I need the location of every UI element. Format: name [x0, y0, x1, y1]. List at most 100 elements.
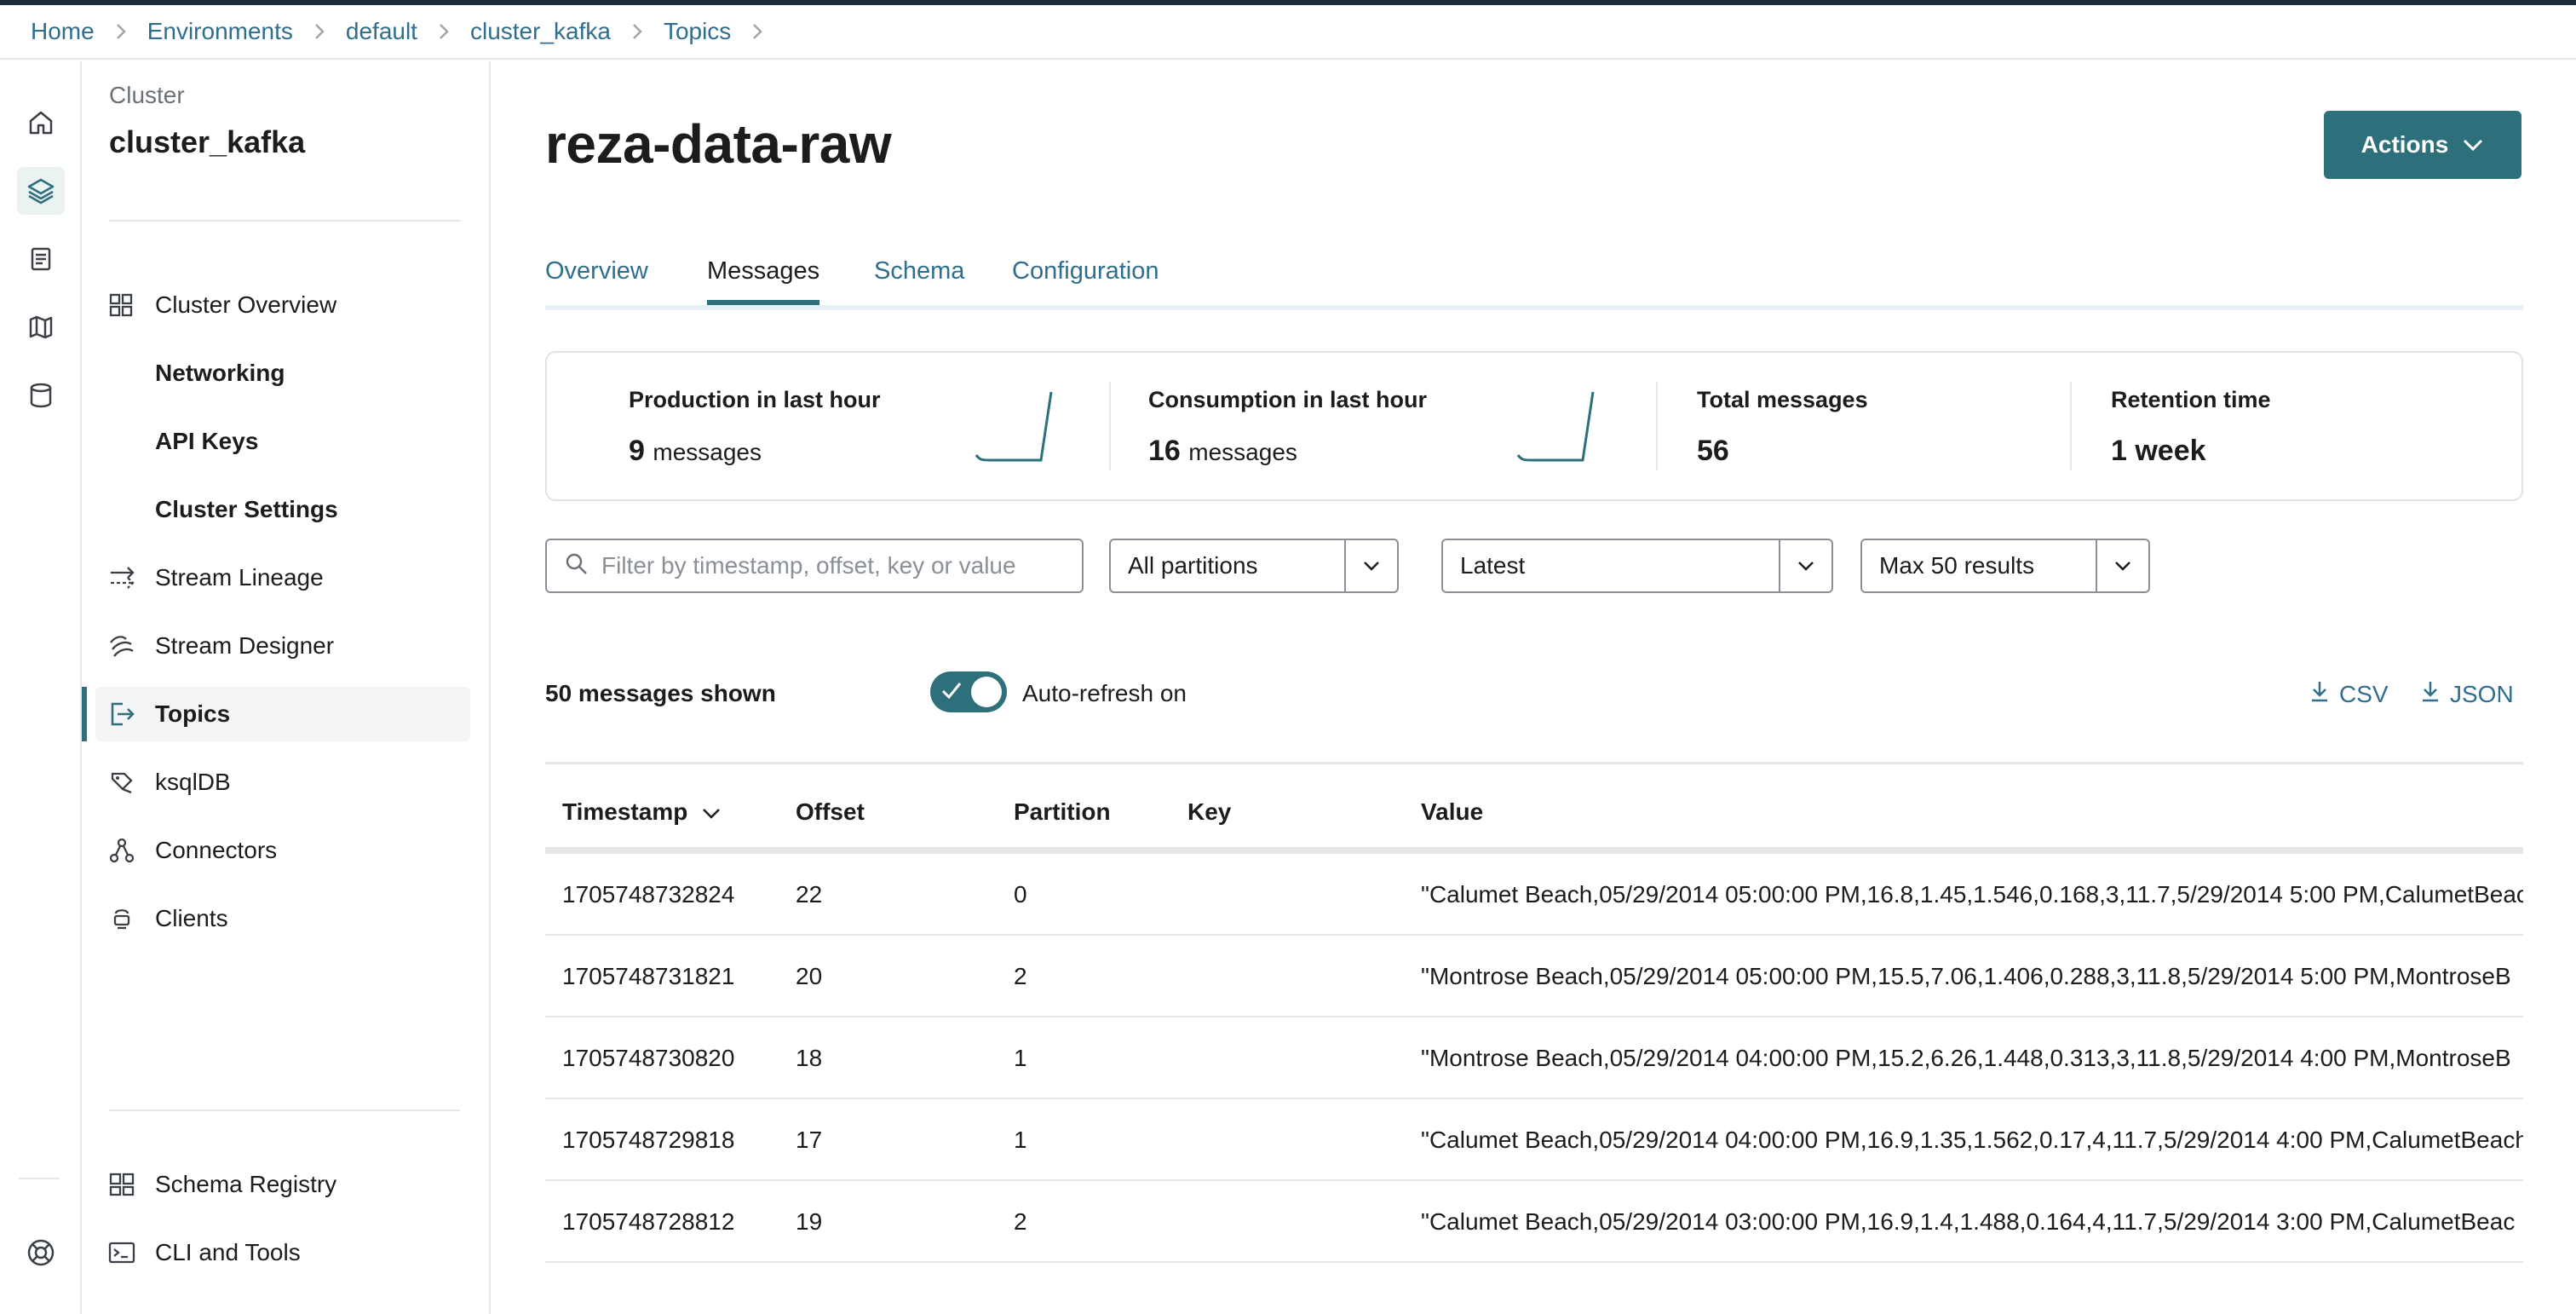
actions-button[interactable]: Actions — [2324, 111, 2521, 179]
production-sparkline — [975, 391, 1053, 462]
sidebar-item-label: Stream Designer — [155, 632, 335, 659]
sidebar-item-cli-tools[interactable]: CLI and Tools — [95, 1225, 470, 1280]
topic-stats-card: Production in last hour 9 messages Consu… — [545, 351, 2523, 501]
cell-offset: 22 — [796, 881, 823, 908]
sidebar-item-connectors[interactable]: Connectors — [95, 823, 470, 878]
sidebar-item-topics[interactable]: Topics — [82, 687, 470, 741]
sidebar-item-label: Cluster Overview — [155, 291, 337, 318]
download-json-link[interactable]: JSON — [2419, 678, 2514, 710]
table-row[interactable]: 1705748730820 18 1 "Montrose Beach,05/29… — [545, 1017, 2523, 1099]
cell-offset: 18 — [796, 1045, 823, 1071]
stat-consumption-value: 16 messages — [1148, 435, 1297, 468]
sidebar-item-label: Cluster Settings — [155, 496, 338, 522]
stat-consumption-label: Consumption in last hour — [1148, 387, 1427, 412]
cell-partition: 0 — [1014, 881, 1027, 908]
stat-production-label: Production in last hour — [629, 387, 881, 412]
topic-tabs: Overview Messages Schema Configuration — [545, 245, 2523, 310]
stat-retention: Retention time 1 week — [2111, 353, 2452, 499]
breadcrumb-topics[interactable]: Topics — [664, 18, 731, 45]
cluster-label: Cluster — [109, 82, 185, 108]
ksqldb-icon — [107, 769, 155, 796]
help-icon[interactable] — [17, 1229, 65, 1277]
sidebar-item-api-keys[interactable]: API Keys — [95, 414, 470, 469]
column-header-timestamp[interactable]: Timestamp — [562, 798, 722, 826]
sidebar-item-schema-registry[interactable]: Schema Registry — [95, 1157, 470, 1212]
breadcrumb: Home Environments default cluster_kafka … — [0, 5, 2576, 60]
actions-button-label: Actions — [2360, 131, 2449, 158]
cell-timestamp: 1705748732824 — [562, 881, 735, 908]
message-filters: All partitions Latest Max 50 results — [545, 539, 2523, 593]
column-header-value[interactable]: Value — [1421, 798, 1483, 826]
search-input[interactable] — [601, 552, 1061, 579]
sidebar-item-label: Topics — [155, 700, 231, 727]
cell-timestamp: 1705748731821 — [562, 963, 735, 989]
map-icon[interactable] — [17, 303, 65, 351]
auto-refresh-label: Auto-refresh on — [1022, 680, 1187, 706]
database-icon[interactable] — [17, 372, 65, 419]
sidebar-item-label: Clients — [155, 905, 228, 931]
breadcrumb-home[interactable]: Home — [31, 18, 95, 45]
stat-consumption: Consumption in last hour 16 messages — [1148, 353, 1625, 499]
table-header: Timestamp Offset Partition Key Value — [545, 762, 2523, 854]
table-row[interactable]: 1705748728812 19 2 "Calumet Beach,05/29/… — [545, 1181, 2523, 1263]
stat-production-unit: messages — [653, 439, 762, 465]
sidebar-item-cluster-overview[interactable]: Cluster Overview — [95, 278, 470, 332]
messages-toolbar: 50 messages shown Auto-refresh on CSV JS… — [545, 666, 2523, 721]
sidebar-divider — [109, 220, 460, 222]
designer-icon — [107, 632, 155, 660]
cell-partition: 2 — [1014, 963, 1027, 989]
breadcrumb-default[interactable]: default — [346, 18, 417, 45]
sidebar-item-label: Stream Lineage — [155, 564, 324, 591]
stat-divider — [1109, 382, 1111, 470]
table-row[interactable]: 1705748731821 20 2 "Montrose Beach,05/29… — [545, 936, 2523, 1017]
sidebar-item-stream-designer[interactable]: Stream Designer — [95, 619, 470, 673]
sidebar-item-cluster-settings[interactable]: Cluster Settings — [95, 482, 470, 537]
download-csv-link[interactable]: CSV — [2309, 678, 2389, 710]
sidebar-item-ksqldb[interactable]: ksqlDB — [95, 755, 470, 810]
partition-select-value: All partitions — [1128, 552, 1258, 579]
column-header-partition[interactable]: Partition — [1014, 798, 1111, 826]
column-header-offset[interactable]: Offset — [796, 798, 865, 826]
sidebar-item-stream-lineage[interactable]: Stream Lineage — [95, 550, 470, 605]
limit-select[interactable]: Max 50 results — [1860, 539, 2150, 593]
sidebar-item-clients[interactable]: Clients — [95, 891, 470, 946]
stat-divider — [2070, 382, 2072, 470]
check-icon — [941, 683, 962, 700]
stat-total-label: Total messages — [1697, 387, 1868, 412]
download-json-label: JSON — [2450, 680, 2514, 707]
chevron-down-icon[interactable] — [1344, 540, 1397, 591]
stat-consumption-number: 16 — [1148, 435, 1181, 467]
layers-icon[interactable] — [17, 167, 65, 215]
breadcrumb-cluster[interactable]: cluster_kafka — [470, 18, 611, 45]
tab-messages[interactable]: Messages — [707, 257, 820, 305]
home-icon[interactable] — [17, 99, 65, 147]
cell-value: "Calumet Beach,05/29/2014 05:00:00 PM,16… — [1421, 881, 2523, 908]
terminal-icon — [107, 1239, 155, 1266]
offset-select[interactable]: Latest — [1441, 539, 1833, 593]
limit-select-value: Max 50 results — [1879, 552, 2035, 579]
document-icon[interactable] — [17, 235, 65, 283]
stat-production-number: 9 — [629, 435, 645, 467]
sort-chevron-icon — [701, 798, 722, 826]
tab-schema[interactable]: Schema — [874, 257, 964, 285]
partition-select[interactable]: All partitions — [1109, 539, 1399, 593]
chevron-down-icon[interactable] — [1779, 540, 1831, 591]
table-row[interactable]: 1705748732824 22 0 "Calumet Beach,05/29/… — [545, 854, 2523, 936]
tab-configuration[interactable]: Configuration — [1012, 257, 1159, 285]
auto-refresh-toggle[interactable] — [930, 671, 1007, 712]
breadcrumb-environments[interactable]: Environments — [147, 18, 293, 45]
table-row[interactable]: 1705748729818 17 1 "Calumet Beach,05/29/… — [545, 1099, 2523, 1181]
chevron-right-icon — [438, 22, 450, 41]
cell-partition: 1 — [1014, 1045, 1027, 1071]
cell-value: "Montrose Beach,05/29/2014 05:00:00 PM,1… — [1421, 963, 2511, 989]
page-title: reza-data-raw — [545, 113, 892, 175]
stat-total-value: 56 — [1697, 435, 1729, 467]
sidebar-item-networking[interactable]: Networking — [95, 346, 470, 401]
sidebar-item-label: Connectors — [155, 837, 278, 863]
cell-partition: 2 — [1014, 1208, 1027, 1235]
tab-overview[interactable]: Overview — [545, 257, 648, 285]
consumption-sparkline — [1516, 391, 1595, 462]
stat-retention-value: 1 week — [2111, 435, 2206, 467]
column-header-key[interactable]: Key — [1187, 798, 1231, 826]
chevron-down-icon[interactable] — [2096, 540, 2148, 591]
